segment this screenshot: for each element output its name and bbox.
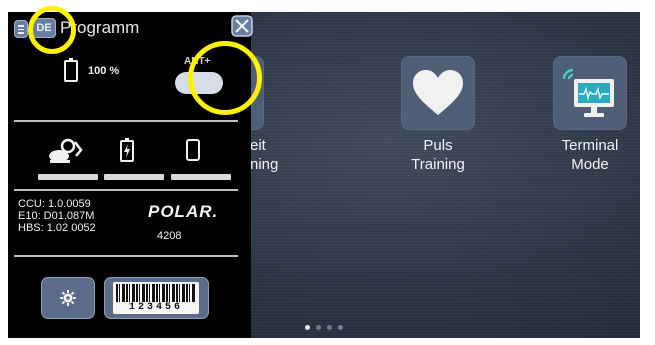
divider	[14, 120, 238, 122]
heart-icon	[401, 56, 475, 130]
polar-logo: POLAR.	[148, 202, 219, 221]
battery-percent: 100 %	[88, 65, 120, 77]
program-label: eit ning	[250, 137, 279, 173]
charging-battery-icon	[120, 138, 134, 167]
highlight-ring-language	[28, 6, 76, 54]
gear-icon	[60, 290, 76, 306]
barcode-button[interactable]: 123456	[104, 277, 209, 319]
page-dot	[305, 325, 310, 330]
battery-icon	[64, 58, 78, 87]
program-tile-puls-training[interactable]: Puls Training	[363, 56, 513, 174]
program-label: Puls Training	[411, 137, 465, 173]
divider	[14, 255, 238, 257]
phone-status-bar	[171, 174, 231, 180]
menu-button[interactable]	[14, 20, 28, 38]
phone-icon	[186, 139, 200, 166]
terminal-monitor-icon	[553, 56, 627, 130]
barcode-icon: 123456	[113, 282, 199, 314]
program-tile-terminal-mode[interactable]: Terminal Mode	[515, 56, 640, 174]
page-dot	[327, 325, 332, 330]
version-line-hbs: HBS: 1.02 0052	[18, 222, 96, 234]
close-icon[interactable]	[231, 15, 253, 37]
battery-status-bar	[104, 174, 164, 180]
version-info: CCU: 1.0.0059 E10: D01.087M HBS: 1.02 00…	[18, 198, 96, 234]
serial-number: 4208	[157, 230, 182, 242]
device-screen-frame: eit ning Puls Training Terminal Mode DE …	[8, 12, 640, 338]
version-line-e10: E10: D01.087M	[18, 210, 95, 222]
page-dot	[316, 325, 321, 330]
divider	[14, 189, 238, 191]
bike-status-bar	[38, 174, 98, 180]
program-label: Terminal Mode	[561, 137, 619, 173]
version-line-ccu: CCU: 1.0.0059	[18, 198, 91, 210]
page-indicator[interactable]	[305, 325, 343, 330]
settings-button[interactable]	[41, 277, 95, 319]
barcode-number: 123456	[128, 302, 183, 313]
bike-icon	[48, 138, 84, 169]
highlight-ring-ant-toggle	[188, 41, 262, 115]
page-dot	[338, 325, 343, 330]
